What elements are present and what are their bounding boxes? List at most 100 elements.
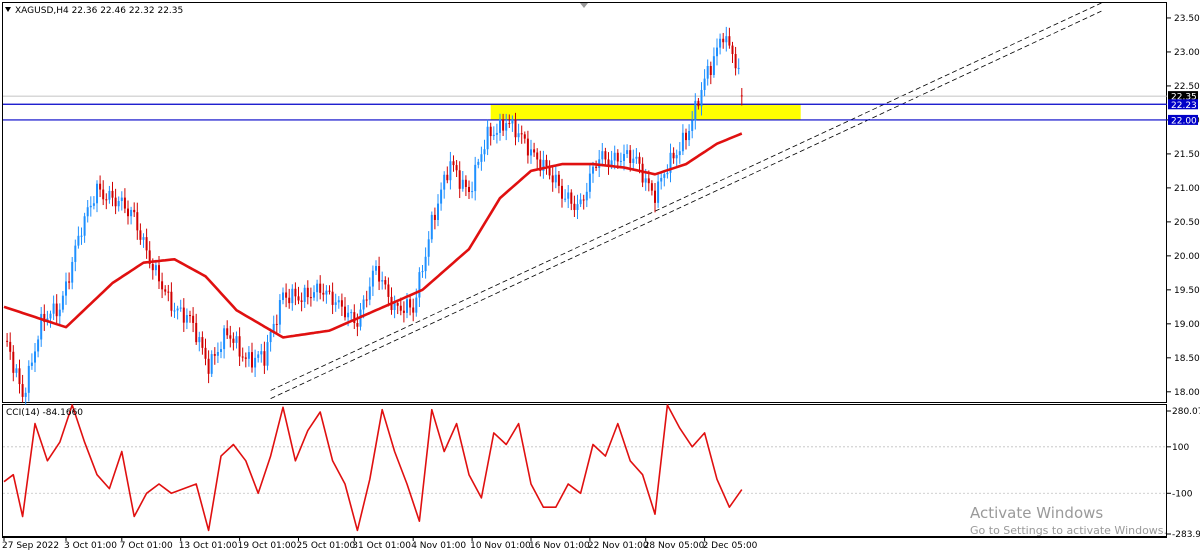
candle-body[interactable]	[508, 123, 511, 125]
candle-body[interactable]	[185, 315, 188, 323]
candle-body[interactable]	[371, 270, 374, 287]
candle-body[interactable]	[154, 265, 157, 271]
candle-body[interactable]	[554, 174, 557, 183]
candle-body[interactable]	[257, 354, 260, 358]
candle-body[interactable]	[433, 214, 436, 220]
candle-body[interactable]	[644, 178, 647, 183]
candle-body[interactable]	[734, 54, 737, 69]
candle-body[interactable]	[557, 174, 560, 186]
candle-body[interactable]	[220, 349, 222, 352]
candle-body[interactable]	[613, 152, 616, 161]
candle-body[interactable]	[92, 203, 95, 206]
candle-body[interactable]	[601, 151, 604, 160]
candle-body[interactable]	[635, 156, 638, 159]
candle-body[interactable]	[505, 123, 508, 131]
candle-body[interactable]	[216, 351, 219, 356]
candle-body[interactable]	[536, 152, 539, 160]
candle-body[interactable]	[719, 38, 722, 48]
candle-body[interactable]	[331, 291, 334, 305]
candle-body[interactable]	[77, 235, 80, 246]
candle-body[interactable]	[495, 132, 498, 135]
trading-chart[interactable]: 23.50 23.00 22.50 22.00 21.50 21.00 20.50 20.00…	[0, 0, 1200, 554]
candle-body[interactable]	[300, 300, 303, 302]
candle-body[interactable]	[440, 189, 443, 204]
candle-body[interactable]	[530, 149, 532, 156]
candle-body[interactable]	[409, 299, 412, 308]
candle-body[interactable]	[570, 192, 573, 204]
candle-body[interactable]	[65, 281, 67, 296]
candle-body[interactable]	[685, 132, 687, 141]
candle-body[interactable]	[229, 335, 232, 339]
candle-body[interactable]	[626, 150, 629, 154]
candle-body[interactable]	[204, 347, 207, 359]
candle-body[interactable]	[402, 310, 405, 313]
candle-body[interactable]	[647, 178, 650, 184]
candle-body[interactable]	[619, 160, 622, 162]
candle-body[interactable]	[678, 151, 681, 156]
candle-body[interactable]	[136, 212, 139, 231]
candle-body[interactable]	[427, 239, 430, 257]
candle-body[interactable]	[294, 288, 297, 297]
candle-body[interactable]	[365, 299, 368, 301]
candle-body[interactable]	[278, 300, 281, 325]
candle-body[interactable]	[660, 177, 663, 182]
candle-body[interactable]	[108, 190, 111, 200]
candle-body[interactable]	[378, 266, 381, 282]
candle-body[interactable]	[666, 172, 669, 175]
candle-body[interactable]	[254, 357, 257, 368]
candle-body[interactable]	[657, 181, 660, 203]
candle-body[interactable]	[334, 302, 337, 305]
candle-body[interactable]	[511, 119, 514, 124]
candle-body[interactable]	[421, 271, 424, 273]
candle-body[interactable]	[319, 283, 322, 293]
candle-body[interactable]	[241, 356, 244, 358]
candle-body[interactable]	[375, 266, 377, 271]
candle-body[interactable]	[89, 205, 92, 208]
candle-body[interactable]	[189, 315, 191, 317]
candle-body[interactable]	[15, 368, 18, 373]
candle-body[interactable]	[117, 201, 120, 207]
candle-body[interactable]	[623, 153, 625, 161]
candle-body[interactable]	[34, 351, 36, 363]
candle-body[interactable]	[514, 119, 517, 138]
candle-body[interactable]	[49, 313, 52, 319]
candle-body[interactable]	[499, 119, 501, 133]
candle-body[interactable]	[158, 265, 160, 282]
candle-body[interactable]	[604, 151, 607, 160]
candle-body[interactable]	[161, 281, 164, 290]
candle-body[interactable]	[30, 362, 33, 366]
candle-body[interactable]	[325, 290, 328, 295]
candle-body[interactable]	[588, 173, 591, 192]
candle-body[interactable]	[526, 138, 529, 156]
candle-body[interactable]	[347, 312, 350, 318]
candle-body[interactable]	[111, 190, 114, 198]
candle-body[interactable]	[632, 158, 635, 163]
candle-body[interactable]	[582, 199, 585, 201]
candle-body[interactable]	[99, 183, 102, 190]
candle-body[interactable]	[291, 288, 294, 304]
candle-body[interactable]	[275, 323, 278, 325]
candle-body[interactable]	[688, 130, 691, 141]
candle-body[interactable]	[6, 340, 9, 342]
candle-body[interactable]	[9, 341, 12, 352]
candle-body[interactable]	[105, 199, 108, 201]
candle-body[interactable]	[694, 100, 697, 121]
candle-body[interactable]	[418, 272, 421, 298]
candle-body[interactable]	[468, 186, 470, 192]
candle-body[interactable]	[167, 291, 170, 293]
candle-body[interactable]	[533, 149, 536, 153]
candle-body[interactable]	[464, 179, 467, 187]
candle-body[interactable]	[223, 328, 226, 350]
candle-body[interactable]	[123, 197, 126, 209]
candle-body[interactable]	[449, 161, 452, 181]
resistance-zone[interactable]	[490, 104, 801, 120]
candle-body[interactable]	[350, 312, 353, 314]
candle-body[interactable]	[210, 354, 213, 374]
candle-body[interactable]	[595, 166, 598, 168]
candle-body[interactable]	[489, 126, 492, 137]
candle-body[interactable]	[306, 287, 309, 298]
candle-body[interactable]	[170, 291, 173, 311]
candle-body[interactable]	[650, 183, 653, 191]
candle-body[interactable]	[709, 65, 712, 75]
candle-body[interactable]	[681, 132, 684, 152]
